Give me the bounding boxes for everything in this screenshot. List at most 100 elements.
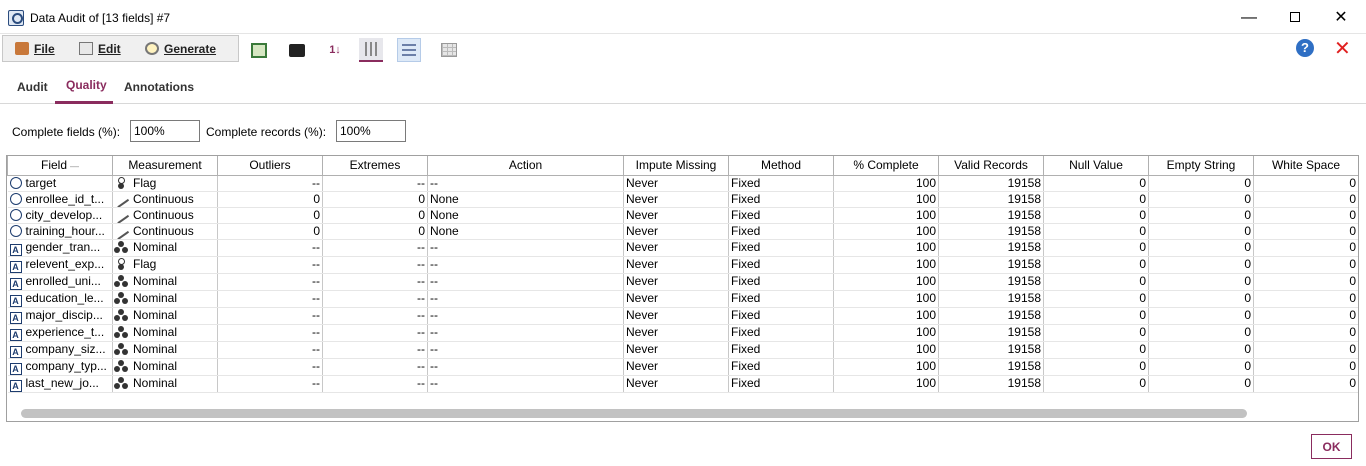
cell-extremes: -- <box>322 256 428 274</box>
column-header-impute-missing[interactable]: Impute Missing <box>623 156 729 176</box>
column-header-label: Method <box>760 158 802 173</box>
column-header-white-space[interactable]: White Space <box>1253 156 1358 176</box>
table-row[interactable]: Alast_new_jo... Nominal -- -- -- Never Fixed 10… <box>7 375 1358 393</box>
cell-empty-string: 0 <box>1148 358 1254 376</box>
cell-text: 19158 <box>1007 223 1041 238</box>
cell-text: -- <box>430 240 438 254</box>
edit-menu[interactable]: Edit <box>79 42 121 56</box>
close-window-button[interactable]: ✕ <box>1318 4 1364 32</box>
column-header-null-value[interactable]: Null Value <box>1043 156 1149 176</box>
tab-audit[interactable]: Audit <box>17 80 48 94</box>
cell-text: 0 <box>313 191 320 206</box>
cell-text: relevent_exp... <box>25 256 105 271</box>
cell-text: 0 <box>1244 207 1251 222</box>
cell-text: Fixed <box>731 274 761 288</box>
file-menu[interactable]: File <box>15 42 55 56</box>
cell-text: 0 <box>418 191 425 206</box>
string-field-icon: A <box>9 379 22 391</box>
table-row[interactable]: Agender_tran... Nominal -- -- -- Never Fixed 10… <box>7 239 1358 257</box>
sort-button[interactable]: 1↓ <box>323 38 347 62</box>
cell-text: Never <box>626 191 659 206</box>
table-row[interactable]: Aexperience_t... Nominal -- -- -- Never Fixed 1… <box>7 324 1358 342</box>
cell-outliers: -- <box>217 175 323 192</box>
cell-method: Fixed <box>728 256 834 274</box>
nominal-icon <box>115 275 128 287</box>
minimize-button[interactable]: — <box>1226 4 1272 32</box>
cell-text: 0 <box>1349 376 1356 390</box>
ok-button[interactable]: OK <box>1311 434 1352 459</box>
cell-null-value: 0 <box>1043 307 1149 325</box>
cell-text: 100 <box>915 191 936 206</box>
field-cell: Amajor_discip... <box>7 307 113 325</box>
table-row[interactable]: Aenrolled_uni... Nominal -- -- -- Never Fixed 1… <box>7 273 1358 291</box>
table-row[interactable]: enrollee_id_t... Continuous 0 0 None Never Fix… <box>7 191 1358 208</box>
cell-text: Fixed <box>731 325 761 339</box>
cell-text: Flag <box>133 257 157 271</box>
cell-text: Nominal <box>133 359 178 373</box>
cell-text: 0 <box>1139 376 1146 390</box>
column-header-empty-string[interactable]: Empty String <box>1148 156 1254 176</box>
column-header-outliers[interactable]: Outliers <box>217 156 323 176</box>
column-header-action[interactable]: Action <box>427 156 624 176</box>
cell-text: 0 <box>1244 257 1251 271</box>
tab-quality[interactable]: Quality <box>66 78 107 92</box>
cell-text: -- <box>417 325 425 339</box>
grid-view-button[interactable] <box>437 38 461 62</box>
horizontal-scrollbar[interactable] <box>21 409 1247 418</box>
table-row[interactable]: target Flag -- -- -- Never Fixed 100 19158 0 0 0 <box>7 175 1358 192</box>
cell-action: -- <box>427 358 624 376</box>
close-x-icon[interactable]: ✕ <box>1334 36 1351 61</box>
cell-text: Fixed <box>731 175 761 190</box>
row-view-button[interactable] <box>397 38 421 62</box>
table-row[interactable]: Acompany_typ... Nominal -- -- -- Never Fixed 10… <box>7 358 1358 376</box>
generate-menu[interactable]: Generate <box>145 42 216 56</box>
table-row[interactable]: city_develop... Continuous 0 0 None Never Fixe… <box>7 207 1358 224</box>
column-header-label: Valid Records <box>954 158 1028 173</box>
cell-complete: 100 <box>833 307 939 325</box>
table-row[interactable]: Aeducation_le... Nominal -- -- -- Never Fixed 1… <box>7 290 1358 308</box>
table-row[interactable]: Arelevent_exp... Flag -- -- -- Never Fixed 100 1… <box>7 256 1358 274</box>
cell-text: 19158 <box>1007 274 1041 288</box>
table-row[interactable]: Amajor_discip... Nominal -- -- -- Never Fixed 1… <box>7 307 1358 325</box>
column-header-method[interactable]: Method <box>728 156 834 176</box>
cell-text: -- <box>430 376 438 390</box>
cell-empty-string: 0 <box>1148 307 1254 325</box>
maximize-button[interactable] <box>1272 4 1318 32</box>
column-view-button[interactable] <box>359 38 383 62</box>
complete-fields-input[interactable] <box>130 120 200 142</box>
column-header-complete[interactable]: % Complete <box>833 156 939 176</box>
table-row[interactable]: training_hour... Continuous 0 0 None Never Fix… <box>7 223 1358 240</box>
column-header-valid-records[interactable]: Valid Records <box>938 156 1044 176</box>
cell-text: -- <box>430 291 438 305</box>
help-icon[interactable]: ? <box>1296 39 1314 57</box>
cell-action: -- <box>427 290 624 308</box>
tab-annotations[interactable]: Annotations <box>124 80 194 94</box>
column-header-label: % Complete <box>853 158 919 173</box>
complete-records-input[interactable] <box>336 120 406 142</box>
cell-text: -- <box>430 342 438 356</box>
column-header-measurement[interactable]: Measurement <box>112 156 218 176</box>
cell-extremes: 0 <box>322 207 428 224</box>
cell-white-space: 0 <box>1253 290 1358 308</box>
cell-text: 100 <box>915 308 936 322</box>
measurement-cell: Continuous <box>112 191 218 208</box>
export-button[interactable] <box>247 38 271 62</box>
cell-text: 0 <box>1349 207 1356 222</box>
cell-action: -- <box>427 175 624 192</box>
cell-text: enrolled_uni... <box>25 273 101 288</box>
cell-empty-string: 0 <box>1148 175 1254 192</box>
field-cell: Aenrolled_uni... <box>7 273 113 291</box>
cell-extremes: 0 <box>322 191 428 208</box>
cell-empty-string: 0 <box>1148 239 1254 257</box>
column-header-extremes[interactable]: Extremes <box>322 156 428 176</box>
measurement-cell: Nominal <box>112 358 218 376</box>
table-header-row: Field — Measurement Outliers Extremes Action I… <box>7 156 1358 176</box>
string-field-icon: A <box>9 328 22 340</box>
cell-text: -- <box>430 257 438 271</box>
cell-complete: 100 <box>833 358 939 376</box>
print-button[interactable] <box>285 38 309 62</box>
column-header-field[interactable]: Field — <box>7 156 113 176</box>
table-row[interactable]: Acompany_siz... Nominal -- -- -- Never Fixed 10… <box>7 341 1358 359</box>
cell-text: Nominal <box>133 291 178 305</box>
nominal-icon <box>115 377 128 389</box>
